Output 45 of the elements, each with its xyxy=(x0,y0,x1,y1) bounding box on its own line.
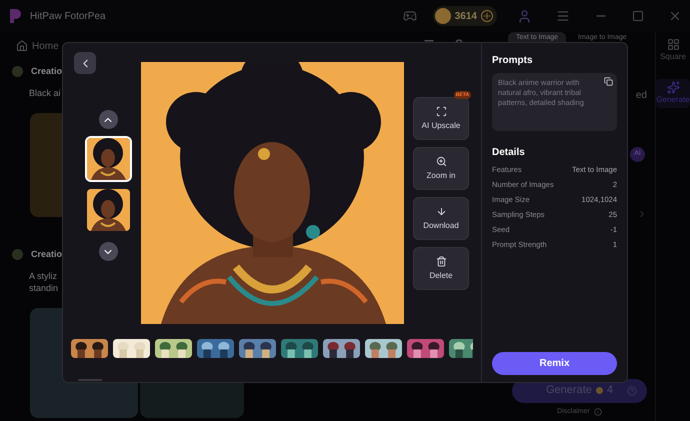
info-icon xyxy=(594,408,602,416)
filmstrip-thumbnail[interactable] xyxy=(197,339,234,358)
action-button[interactable]: Delete xyxy=(413,247,469,290)
prompts-heading: Prompts xyxy=(492,54,534,68)
grid-icon xyxy=(666,38,680,51)
action-button[interactable]: AI Upscale xyxy=(413,97,469,140)
section-text: Black ai xyxy=(29,86,61,98)
scroll-down-button[interactable] xyxy=(98,242,118,261)
copy-icon[interactable] xyxy=(604,77,613,86)
trash-icon xyxy=(436,256,446,266)
section-title: Creatio xyxy=(31,65,62,78)
section-title: Creatio xyxy=(31,248,62,261)
section-text: standin xyxy=(29,282,58,294)
sidebar-item[interactable]: Square xyxy=(656,36,690,65)
filmstrip-thumbnail[interactable] xyxy=(239,339,276,358)
thumbnail[interactable] xyxy=(84,136,132,182)
sparkle-icon xyxy=(666,81,680,94)
coin-balance[interactable]: 3614 xyxy=(432,6,497,26)
thumbnail[interactable] xyxy=(84,187,132,233)
zoom-in-icon xyxy=(436,156,446,166)
home-icon xyxy=(16,40,28,52)
filmstrip-thumbnail[interactable] xyxy=(365,339,402,358)
filmstrip-thumbnail[interactable] xyxy=(323,339,360,358)
action-button[interactable]: Zoom in xyxy=(413,147,469,190)
setting-text: ed xyxy=(636,89,647,103)
action-button[interactable]: Download xyxy=(413,197,469,240)
section-text: A styliz xyxy=(29,270,58,282)
help-icon xyxy=(627,386,637,396)
upscale-icon xyxy=(436,106,446,116)
back-button[interactable] xyxy=(74,52,96,74)
filmstrip-thumbnail[interactable] xyxy=(155,339,192,358)
filmstrip-thumbnail[interactable] xyxy=(71,339,108,358)
filmstrip-thumbnail[interactable] xyxy=(113,339,150,358)
coin-icon xyxy=(434,8,451,24)
details-heading: Details xyxy=(492,146,526,160)
home-link[interactable]: Home xyxy=(32,38,59,54)
filmstrip-thumbnail[interactable] xyxy=(281,339,318,358)
scroll-up-button[interactable] xyxy=(98,110,118,129)
filmstrip-thumbnail[interactable] xyxy=(407,339,444,358)
app-title: HitPaw FotorPea xyxy=(30,10,106,24)
logo-icon xyxy=(8,8,22,24)
plus-icon xyxy=(481,10,493,22)
download-icon xyxy=(436,206,446,216)
remix-button[interactable]: Remix xyxy=(492,352,617,375)
coin-icon xyxy=(596,387,603,394)
